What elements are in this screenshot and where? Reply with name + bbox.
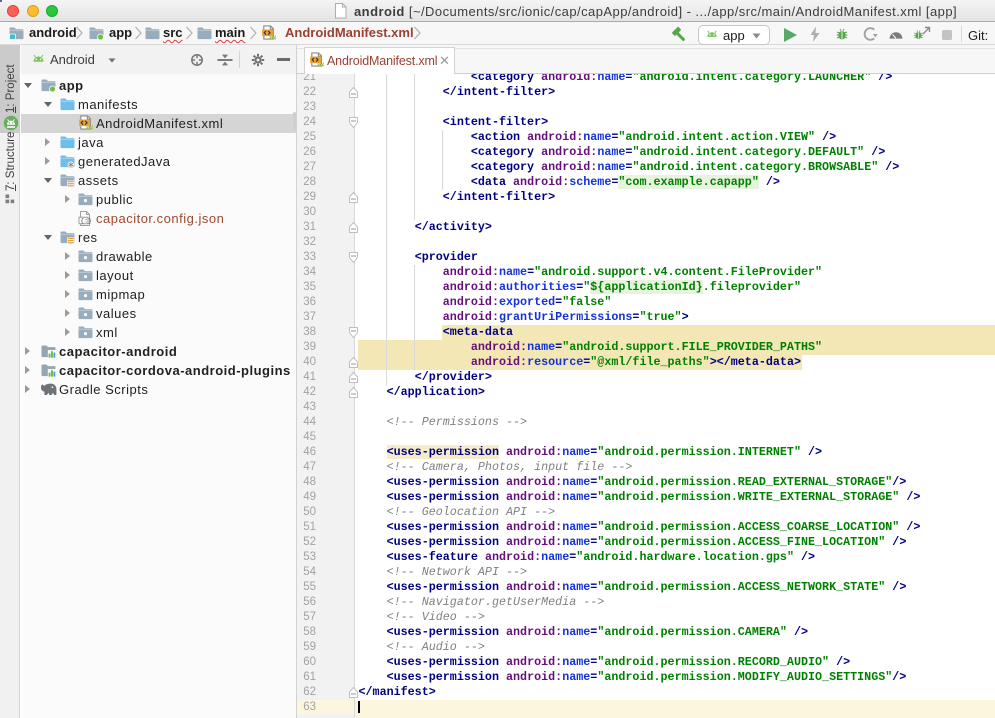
svg-text:{:}: {:}: [80, 217, 92, 224]
